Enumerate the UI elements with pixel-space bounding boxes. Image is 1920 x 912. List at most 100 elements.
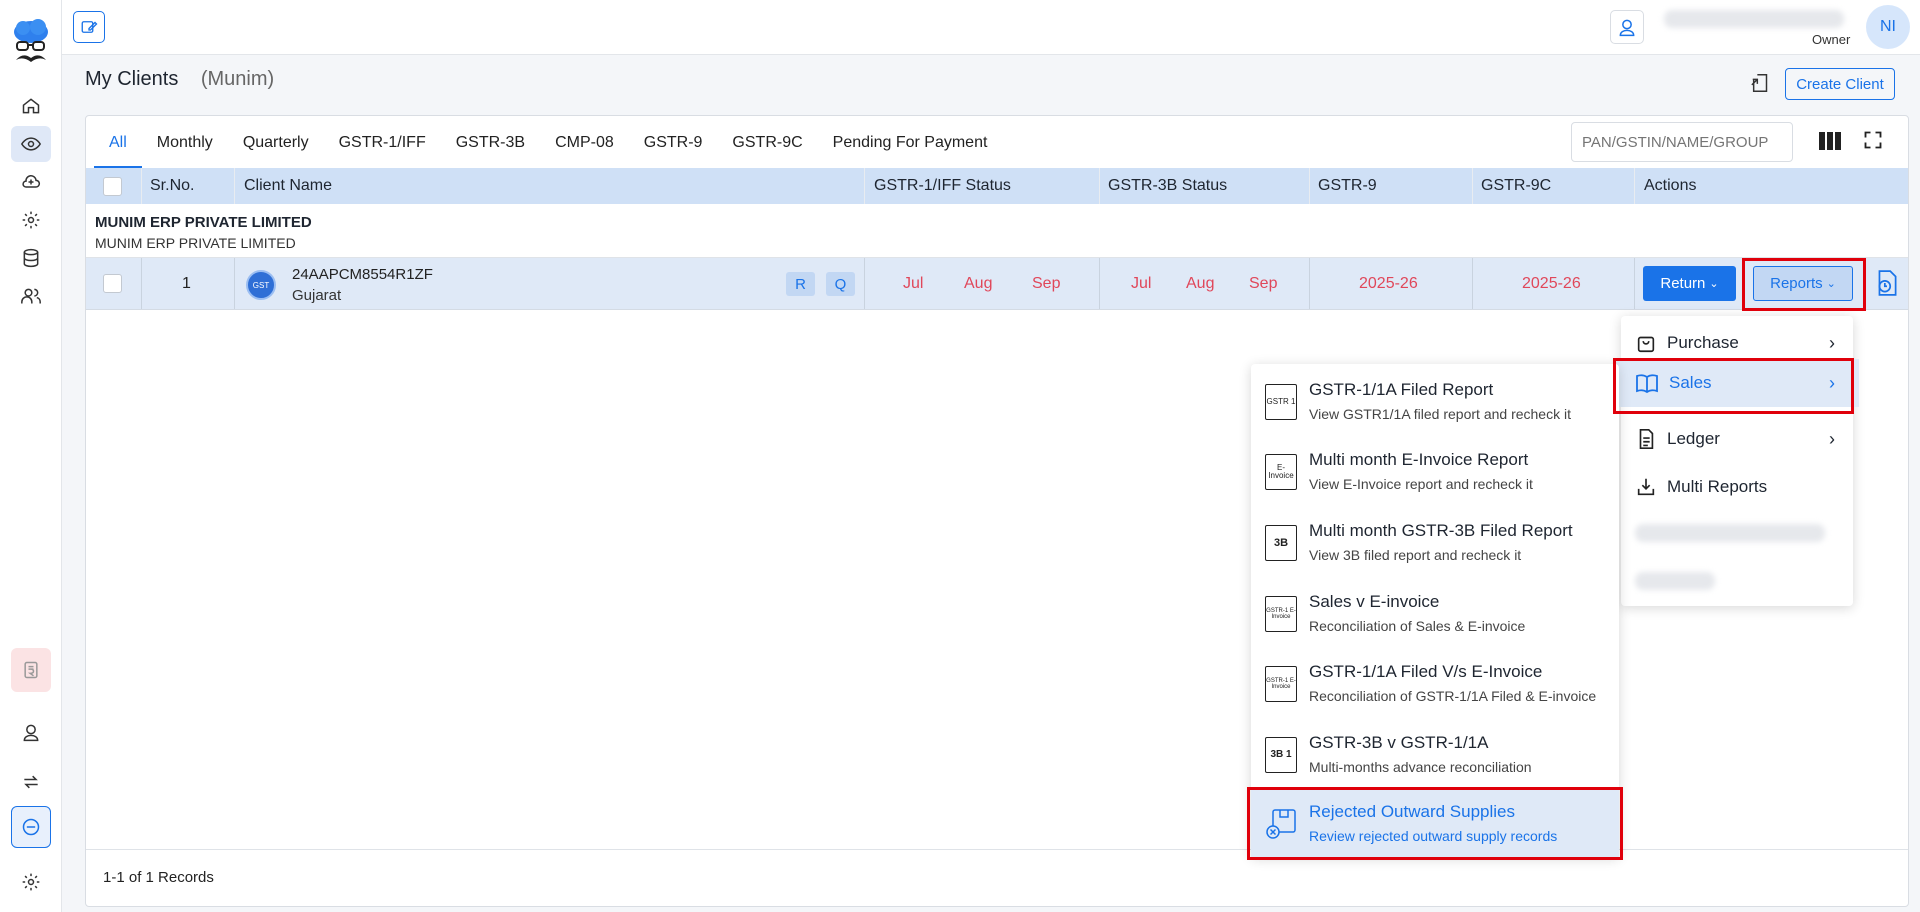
- cloud-sync-icon[interactable]: [11, 164, 51, 200]
- einvoice-doc-icon: E-Invoice: [1265, 454, 1297, 490]
- support-icon[interactable]: [1610, 10, 1644, 44]
- redacted-menu-item: [1635, 572, 1715, 590]
- edit-note-icon[interactable]: [73, 11, 105, 43]
- sub-gstr1-filed-report[interactable]: GSTR 1 GSTR-1/1A Filed Report View GSTR1…: [1251, 366, 1619, 437]
- select-all-checkbox[interactable]: [103, 176, 122, 196]
- sub-multi-gstr3b-report[interactable]: 3B Multi month GSTR-3B Filed Report View…: [1251, 507, 1619, 578]
- sub-gstr1-vs-einvoice[interactable]: GSTR-1 E-Invoice GSTR-1/1A Filed V/s E-I…: [1251, 648, 1619, 719]
- gstr9c-year[interactable]: 2025-26: [1522, 258, 1581, 309]
- compare-doc-icon: 3B 1: [1265, 737, 1297, 773]
- columns-icon[interactable]: [1819, 132, 1841, 150]
- sub-multi-einvoice-report[interactable]: E-Invoice Multi month E-Invoice Report V…: [1251, 436, 1619, 507]
- row-checkbox[interactable]: [103, 274, 122, 293]
- book-open-icon: [1635, 372, 1659, 394]
- gstr1-aug[interactable]: Aug: [964, 258, 992, 309]
- rejected-box-icon: [1265, 806, 1299, 840]
- gstr3b-aug[interactable]: Aug: [1186, 258, 1214, 309]
- reports-menu: Purchase › Sales › Ledger › Multi Report…: [1615, 316, 1859, 606]
- rupee-icon[interactable]: [11, 648, 51, 692]
- gst-logo-icon: GST: [246, 270, 276, 300]
- return-button[interactable]: Return ⌄: [1643, 266, 1736, 301]
- chevron-down-icon: ⌄: [1709, 278, 1719, 290]
- reconcile-doc-icon: GSTR-1 E-Invoice: [1265, 596, 1297, 632]
- settings-icon[interactable]: [11, 864, 51, 900]
- gst-icon[interactable]: [11, 806, 51, 848]
- reports-label: Reports: [1770, 275, 1823, 292]
- page-title: My Clients: [85, 68, 179, 90]
- client-state: Gujarat: [292, 287, 342, 304]
- col-srno: Sr.No.: [150, 177, 195, 194]
- chevron-down-icon: ⌄: [1826, 278, 1836, 290]
- col-gstr3b-status: GSTR-3B Status: [1108, 177, 1228, 194]
- chevron-right-icon: ›: [1829, 332, 1835, 353]
- client-group: MUNIM ERP PRIVATE LIMITED MUNIM ERP PRIV…: [86, 204, 1908, 258]
- gstr1-jul[interactable]: Jul: [903, 258, 923, 309]
- user-role: Owner: [1812, 32, 1851, 47]
- records-count: 1-1 of 1 Records: [103, 869, 214, 886]
- sub-rejected-outward-supplies[interactable]: Rejected Outward Supplies Review rejecte…: [1251, 788, 1619, 857]
- table-footer: [86, 849, 1908, 850]
- sub-sales-v-einvoice[interactable]: GSTR-1 E-Invoice Sales v E-invoice Recon…: [1251, 578, 1619, 649]
- col-gstr9: GSTR-9: [1318, 177, 1377, 194]
- tab-all[interactable]: All: [94, 134, 142, 168]
- col-actions: Actions: [1644, 177, 1697, 194]
- gstr3b-jul[interactable]: Jul: [1131, 258, 1151, 309]
- document-icon: [1635, 428, 1657, 450]
- table-row[interactable]: 1 GST 24AAPCM8554R1ZF Gujarat R Q Jul Au…: [86, 258, 1908, 310]
- database-icon[interactable]: [11, 240, 51, 276]
- gstr3b-doc-icon: 3B: [1265, 525, 1297, 561]
- search-input[interactable]: [1571, 122, 1793, 162]
- gstr1-sep[interactable]: Sep: [1032, 258, 1060, 309]
- menu-sales[interactable]: Sales ›: [1615, 359, 1859, 407]
- sales-submenu: GSTR 1 GSTR-1/1A Filed Report View GSTR1…: [1251, 364, 1619, 857]
- table-header: Sr.No. Client Name GSTR-1/IFF Status GST…: [86, 168, 1908, 204]
- tab-monthly[interactable]: Monthly: [142, 134, 228, 168]
- munim-logo[interactable]: [11, 16, 51, 70]
- user-name-redacted: [1664, 10, 1844, 28]
- filter-tabs: All Monthly Quarterly GSTR-1/IFF GSTR-3B…: [94, 116, 1002, 168]
- shopping-bag-icon: [1635, 332, 1657, 354]
- tab-gstr1-iff[interactable]: GSTR-1/IFF: [324, 134, 441, 168]
- support-agent-icon[interactable]: [11, 714, 51, 750]
- badge-r[interactable]: R: [786, 272, 815, 296]
- gstr1-doc-icon: GSTR 1: [1265, 384, 1297, 420]
- tab-gstr9c[interactable]: GSTR-9C: [717, 134, 817, 168]
- import-icon[interactable]: [1750, 72, 1774, 96]
- download-tray-icon: [1635, 476, 1657, 498]
- gstr3b-sep[interactable]: Sep: [1249, 258, 1277, 309]
- group-subname: MUNIM ERP PRIVATE LIMITED: [95, 235, 296, 251]
- chevron-right-icon: ›: [1829, 428, 1835, 449]
- group-name: MUNIM ERP PRIVATE LIMITED: [95, 214, 312, 231]
- badge-q[interactable]: Q: [826, 272, 855, 296]
- col-gstr1-status: GSTR-1/IFF Status: [874, 177, 1011, 194]
- history-icon[interactable]: [1874, 269, 1902, 299]
- eye-icon[interactable]: [11, 126, 51, 162]
- reconcile-doc-icon: GSTR-1 E-Invoice: [1265, 666, 1297, 702]
- fullscreen-icon[interactable]: [1863, 130, 1883, 150]
- sub-gstr3b-v-gstr1[interactable]: 3B 1 GSTR-3B v GSTR-1/1A Multi-months ad…: [1251, 719, 1619, 790]
- col-gstr9c: GSTR-9C: [1481, 177, 1552, 194]
- tab-gstr9[interactable]: GSTR-9: [629, 134, 718, 168]
- col-client-name: Client Name: [244, 177, 333, 194]
- avatar[interactable]: NI: [1866, 5, 1910, 49]
- swap-icon[interactable]: [11, 764, 51, 800]
- row-srno: 1: [182, 274, 191, 292]
- tab-cmp08[interactable]: CMP-08: [540, 134, 629, 168]
- gstr9-year[interactable]: 2025-26: [1359, 258, 1418, 309]
- client-gstin[interactable]: 24AAPCM8554R1ZF: [292, 266, 433, 283]
- create-client-button[interactable]: Create Client: [1785, 68, 1895, 100]
- gear-icon[interactable]: [11, 202, 51, 238]
- users-icon[interactable]: [11, 278, 51, 314]
- chevron-right-icon: ›: [1829, 372, 1835, 393]
- tab-gstr3b[interactable]: GSTR-3B: [441, 134, 540, 168]
- return-label: Return: [1660, 275, 1706, 292]
- sidebar: [0, 0, 62, 912]
- tab-pending-payment[interactable]: Pending For Payment: [818, 134, 1003, 168]
- redacted-menu-item: [1635, 524, 1825, 542]
- home-icon[interactable]: [11, 88, 51, 124]
- tab-quarterly[interactable]: Quarterly: [228, 134, 324, 168]
- menu-multi-reports[interactable]: Multi Reports: [1621, 463, 1853, 511]
- menu-ledger[interactable]: Ledger ›: [1621, 415, 1853, 463]
- reports-button[interactable]: Reports ⌄: [1753, 266, 1853, 301]
- page-header: My Clients (Munim) Create Client: [85, 68, 1896, 108]
